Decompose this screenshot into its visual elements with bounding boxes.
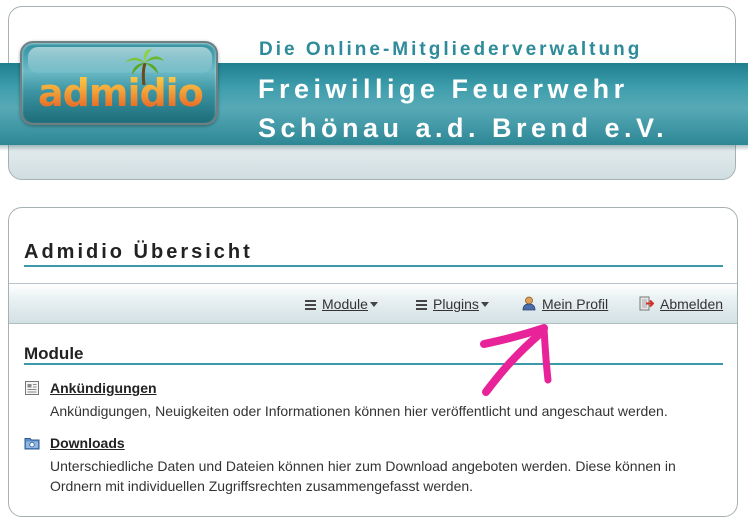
menu-item-plugins[interactable]: Plugins	[416, 296, 489, 312]
hamburger-icon	[416, 300, 427, 310]
logout-icon	[639, 296, 655, 311]
module-link-downloads[interactable]: Downloads	[50, 435, 125, 451]
organization-name: Freiwillige Feuerwehr Schönau a.d. Brend…	[258, 70, 668, 148]
chevron-down-icon	[369, 302, 378, 307]
module-description-downloads: Unterschiedliche Daten und Dateien könne…	[50, 458, 676, 494]
organization-name-line1: Freiwillige Feuerwehr	[258, 74, 629, 104]
header-subtitle: Die Online-Mitgliederverwaltung	[259, 39, 643, 60]
annotation-arrow	[480, 324, 552, 396]
page-title: Admidio Übersicht	[24, 241, 253, 263]
menu-item-abmelden-label: Abmelden	[660, 296, 724, 312]
chevron-down-icon	[480, 302, 489, 307]
downloads-folder-icon	[24, 438, 40, 450]
module-description-ankuendigungen: Ankündigungen, Neuigkeiten oder Informat…	[50, 403, 668, 419]
menu-item-abmelden[interactable]: Abmelden	[639, 296, 723, 312]
menu-item-mein-profil[interactable]: Mein Profil	[522, 296, 608, 312]
logo-text: admidio	[38, 71, 204, 115]
content-panel: Admidio Übersicht Module Plugins Mein Pr…	[8, 207, 738, 517]
organization-name-line2: Schönau a.d. Brend e.V.	[258, 113, 669, 143]
logo-shine	[28, 47, 212, 73]
menu-item-module-label: Module	[322, 296, 368, 312]
title-divider	[24, 265, 723, 267]
user-profile-icon	[522, 296, 536, 311]
menu-item-module[interactable]: Module	[305, 296, 378, 312]
admidio-logo[interactable]: admidio	[20, 41, 218, 125]
announcements-icon	[25, 381, 39, 395]
hamburger-icon	[305, 300, 316, 310]
menu-item-plugins-label: Plugins	[433, 296, 479, 312]
menu-bar: Module Plugins Mein Profil Abmelden	[9, 283, 737, 324]
menu-item-mein-profil-label: Mein Profil	[542, 296, 609, 312]
section-title-module: Module	[24, 344, 84, 363]
section-divider	[24, 363, 723, 365]
module-link-ankuendigungen[interactable]: Ankündigungen	[50, 380, 157, 396]
